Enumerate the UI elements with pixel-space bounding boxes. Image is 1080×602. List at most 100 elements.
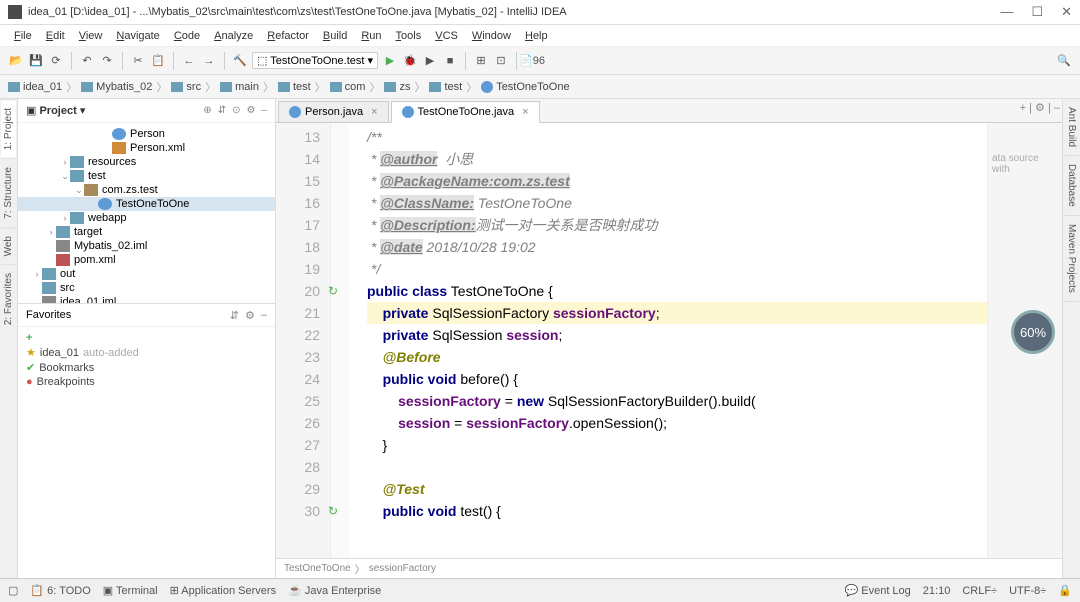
- crumb-main[interactable]: main: [220, 81, 259, 93]
- left-tab-1[interactable]: 7: Structure: [1, 158, 16, 227]
- project-panel-title[interactable]: Project: [39, 105, 76, 117]
- tree-node[interactable]: idea_01.iml: [18, 295, 275, 303]
- fav-hide-icon[interactable]: –: [261, 309, 267, 322]
- menu-tools[interactable]: Tools: [390, 28, 428, 44]
- hide-icon[interactable]: –: [261, 105, 267, 116]
- tree-node[interactable]: ⌄test: [18, 169, 275, 183]
- tree-node[interactable]: src: [18, 281, 275, 295]
- file-encoding[interactable]: UTF-8÷: [1009, 585, 1046, 597]
- tree-node[interactable]: ›target: [18, 225, 275, 239]
- coverage-icon[interactable]: ▶: [422, 53, 438, 69]
- editor-breadcrumb[interactable]: TestOneToOne〉sessionFactory: [276, 558, 1062, 578]
- forward-icon[interactable]: →: [201, 53, 217, 69]
- status-box-icon[interactable]: ▢: [8, 584, 18, 597]
- lock-icon[interactable]: 🔒: [1058, 584, 1072, 597]
- structure-icon[interactable]: ⊞: [473, 53, 489, 69]
- fav-expand-icon[interactable]: ⇵: [230, 309, 239, 322]
- menu-run[interactable]: Run: [355, 28, 387, 44]
- menu-edit[interactable]: Edit: [40, 28, 71, 44]
- run-icon[interactable]: ▶: [382, 53, 398, 69]
- copy-icon[interactable]: 📋: [150, 53, 166, 69]
- left-tab-3[interactable]: 2: Favorites: [1, 264, 16, 333]
- crumb-test[interactable]: test: [278, 81, 311, 93]
- redo-icon[interactable]: ↷: [99, 53, 115, 69]
- breakpoints-item[interactable]: ●Breakpoints: [26, 375, 267, 389]
- tree-node[interactable]: ›resources: [18, 155, 275, 169]
- crumb-mybatis_02[interactable]: Mybatis_02: [81, 81, 152, 93]
- line-separator[interactable]: CRLF÷: [962, 585, 997, 597]
- refresh-icon[interactable]: ⟳: [48, 53, 64, 69]
- line-gutter[interactable]: 1314151617181920↻21222324252627282930↻: [276, 123, 331, 558]
- left-tab-0[interactable]: 1: Project: [1, 99, 16, 158]
- fold-markers[interactable]: [331, 123, 349, 558]
- menu-refactor[interactable]: Refactor: [261, 28, 315, 44]
- menu-view[interactable]: View: [73, 28, 109, 44]
- code-editor[interactable]: 1314151617181920↻21222324252627282930↻ /…: [276, 123, 1062, 558]
- menu-file[interactable]: File: [8, 28, 38, 44]
- appservers-button[interactable]: ⊞ Application Servers: [170, 584, 276, 597]
- fav-gear-icon[interactable]: ⚙: [245, 309, 255, 322]
- minimize-button[interactable]: —: [1000, 4, 1013, 20]
- code-content[interactable]: /** * @author 小思 * @PackageName:com.zs.t…: [349, 123, 987, 558]
- project-tree[interactable]: PersonPerson.xml›resources⌄test⌄com.zs.t…: [18, 123, 275, 303]
- crumb-testonetoone[interactable]: TestOneToOne: [481, 81, 569, 93]
- undo-icon[interactable]: ↶: [79, 53, 95, 69]
- editor-tab[interactable]: Person.java×: [278, 101, 389, 122]
- crumb-idea_01[interactable]: idea_01: [8, 81, 62, 93]
- cut-icon[interactable]: ✂: [130, 53, 146, 69]
- expand-icon[interactable]: ⇵: [218, 105, 226, 116]
- ide-icon[interactable]: ⊡: [493, 53, 509, 69]
- right-tab-0[interactable]: Ant Build: [1064, 99, 1079, 156]
- event-log-button[interactable]: 💬 Event Log: [844, 584, 910, 597]
- menu-window[interactable]: Window: [466, 28, 517, 44]
- collapse-icon[interactable]: ⊕: [203, 105, 211, 116]
- crumb-com[interactable]: com: [330, 81, 366, 93]
- tree-node[interactable]: Person.xml: [18, 141, 275, 155]
- right-tab-1[interactable]: Database: [1064, 156, 1079, 216]
- tree-node[interactable]: ›webapp: [18, 211, 275, 225]
- ebcrumb-item[interactable]: sessionFactory: [369, 563, 436, 574]
- tree-node[interactable]: Person: [18, 127, 275, 141]
- crumb-src[interactable]: src: [171, 81, 201, 93]
- left-tab-2[interactable]: Web: [1, 227, 16, 264]
- debug-icon[interactable]: 🐞: [402, 53, 418, 69]
- menu-navigate[interactable]: Navigate: [110, 28, 165, 44]
- javaee-button[interactable]: ☕ Java Enterprise: [288, 584, 381, 597]
- crumb-zs[interactable]: zs: [384, 81, 410, 93]
- right-tab-2[interactable]: Maven Projects: [1064, 216, 1079, 302]
- stop-icon[interactable]: ■: [442, 53, 458, 69]
- menu-help[interactable]: Help: [519, 28, 554, 44]
- gear-icon[interactable]: ⚙: [246, 105, 255, 116]
- editor-tab[interactable]: TestOneToOne.java×: [391, 101, 540, 123]
- cursor-position[interactable]: 21:10: [923, 585, 951, 597]
- terminal-button[interactable]: ▣ Terminal: [103, 584, 158, 597]
- tree-node[interactable]: TestOneToOne: [18, 197, 275, 211]
- maximize-button[interactable]: ☐: [1031, 4, 1043, 20]
- back-icon[interactable]: ←: [181, 53, 197, 69]
- close-button[interactable]: ✕: [1061, 4, 1072, 20]
- todo-button[interactable]: 📋 6: TODO: [30, 584, 90, 597]
- tree-node[interactable]: Mybatis_02.iml: [18, 239, 275, 253]
- run-config-selector[interactable]: ⬚ TestOneToOne.test ▾: [252, 52, 378, 69]
- build-icon[interactable]: 🔨: [232, 53, 248, 69]
- tree-node[interactable]: ›out: [18, 267, 275, 281]
- ebcrumb-item[interactable]: TestOneToOne: [284, 563, 351, 574]
- editor-toolbar[interactable]: + | ⚙ | –: [1020, 101, 1060, 114]
- add-favorite[interactable]: +: [26, 331, 267, 345]
- menu-build[interactable]: Build: [317, 28, 353, 44]
- dropdown-icon[interactable]: ▾: [77, 104, 86, 117]
- tree-node[interactable]: pom.xml: [18, 253, 275, 267]
- favorite-project[interactable]: ★idea_01 auto-added: [26, 345, 267, 360]
- badge-count[interactable]: 📄 96: [524, 53, 540, 69]
- open-icon[interactable]: 📂: [8, 53, 24, 69]
- favorites-title[interactable]: Favorites: [26, 309, 71, 321]
- bookmarks-item[interactable]: ✔Bookmarks: [26, 360, 267, 375]
- search-icon[interactable]: 🔍: [1056, 53, 1072, 69]
- locate-icon[interactable]: ⊙: [232, 105, 240, 116]
- crumb-test[interactable]: test: [429, 81, 462, 93]
- menu-analyze[interactable]: Analyze: [208, 28, 259, 44]
- tree-node[interactable]: ⌄com.zs.test: [18, 183, 275, 197]
- save-icon[interactable]: 💾: [28, 53, 44, 69]
- menu-vcs[interactable]: VCS: [429, 28, 464, 44]
- menu-code[interactable]: Code: [168, 28, 206, 44]
